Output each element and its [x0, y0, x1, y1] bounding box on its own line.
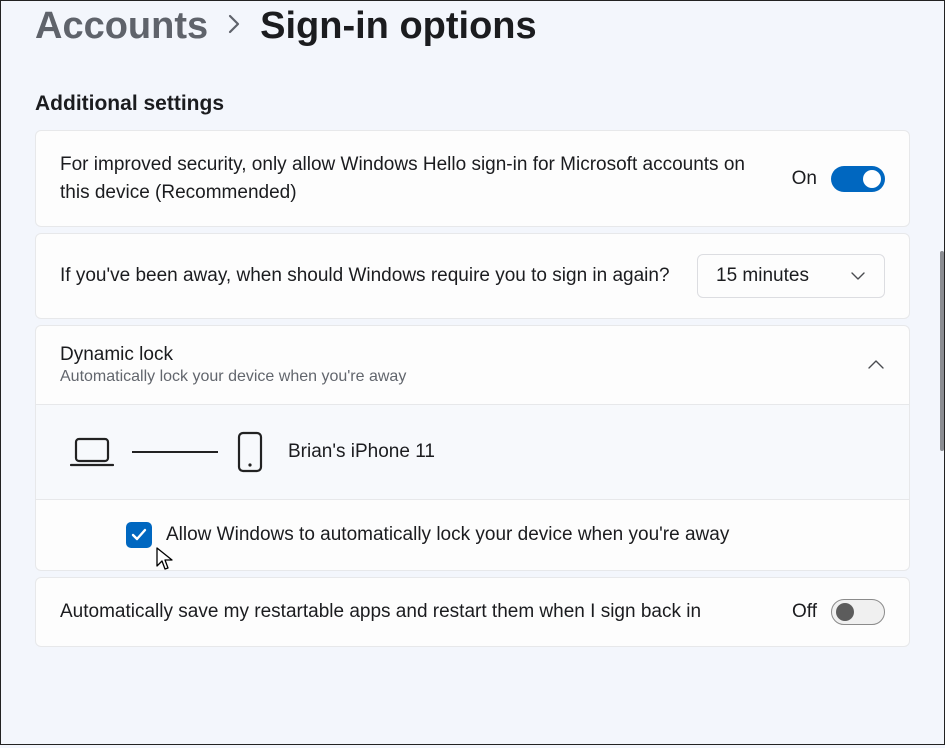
dynamic-lock-checkbox-row: Allow Windows to automatically lock your… — [36, 499, 909, 570]
paired-device-name: Brian's iPhone 11 — [288, 441, 435, 463]
setting-text: If you've been away, when should Windows… — [60, 262, 677, 290]
dropdown-value: 15 minutes — [716, 265, 809, 287]
dynamic-lock-header[interactable]: Dynamic lock Automatically lock your dev… — [36, 326, 909, 404]
auto-restart-toggle[interactable] — [831, 599, 885, 625]
scrollbar-thumb[interactable] — [940, 251, 944, 451]
breadcrumb: Accounts Sign-in options — [35, 5, 910, 48]
section-heading: Additional settings — [35, 92, 910, 116]
checkbox-label: Allow Windows to automatically lock your… — [166, 524, 729, 546]
laptop-icon — [70, 435, 114, 469]
cursor-icon — [155, 546, 175, 577]
setting-text: Automatically save my restartable apps a… — [60, 598, 772, 626]
require-signin-dropdown[interactable]: 15 minutes — [697, 254, 885, 298]
connection-line-icon — [132, 451, 218, 453]
windows-hello-toggle[interactable] — [831, 166, 885, 192]
dynamic-lock-checkbox[interactable] — [126, 522, 152, 548]
scrollbar[interactable] — [940, 1, 944, 744]
setting-auto-restart: Automatically save my restartable apps a… — [35, 577, 910, 647]
setting-subtitle: Automatically lock your device when you'… — [60, 368, 406, 386]
setting-require-signin: If you've been away, when should Windows… — [35, 233, 910, 319]
setting-title: Dynamic lock — [60, 344, 406, 366]
chevron-up-icon — [867, 359, 885, 371]
chevron-right-icon — [226, 11, 242, 42]
setting-windows-hello: For improved security, only allow Window… — [35, 130, 910, 227]
breadcrumb-parent[interactable]: Accounts — [35, 5, 208, 48]
toggle-state-label: On — [792, 168, 817, 190]
paired-device-row: Brian's iPhone 11 — [36, 404, 909, 499]
phone-icon — [236, 431, 264, 473]
page-title: Sign-in options — [260, 5, 537, 48]
toggle-state-label: Off — [792, 601, 817, 623]
setting-dynamic-lock: Dynamic lock Automatically lock your dev… — [35, 325, 910, 571]
setting-text: For improved security, only allow Window… — [60, 151, 772, 206]
chevron-down-icon — [850, 271, 866, 281]
